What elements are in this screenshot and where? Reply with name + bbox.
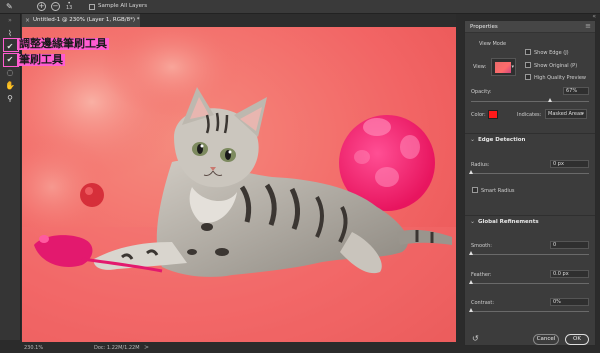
view-mode-label: View Mode — [479, 41, 507, 47]
cancel-button[interactable]: Cancel — [533, 334, 559, 345]
radius-field[interactable]: 0 px — [550, 160, 589, 168]
opacity-slider-thumb[interactable] — [547, 98, 552, 102]
indicates-value: Masked Areas — [548, 111, 583, 117]
document-title: Untitled-1 @ 230% (Layer 1, RGB/8*) * — [33, 17, 140, 23]
show-original-label: Show Original (P) — [534, 63, 578, 69]
chevron-down-icon: ▾ — [511, 64, 514, 70]
ok-button[interactable]: OK — [565, 334, 589, 345]
hand-tool-icon[interactable]: ✋ — [4, 80, 16, 91]
edge-detection-header[interactable]: ⌄ Edge Detection — [465, 133, 595, 145]
options-bar: ✎ + − • 13 Sample All Layers — [0, 0, 600, 14]
document-size: Doc: 1.22M/1.22M — [94, 345, 140, 351]
sample-all-layers-label: Sample All Layers — [98, 3, 148, 9]
toolbar-collapse-icon[interactable]: » — [4, 15, 16, 26]
feather-slider-thumb[interactable] — [469, 280, 473, 284]
feather-label: Feather: — [471, 272, 492, 278]
smart-radius-checkbox[interactable] — [472, 187, 478, 193]
refine-edge-brush-annotation: 調整邊緣筆刷工具 — [17, 37, 109, 50]
reset-icon[interactable]: ↺ — [472, 334, 479, 343]
brush-tool-annotation: 筆刷工具 — [17, 53, 65, 66]
panel-menu-icon[interactable]: ≡ — [585, 22, 591, 30]
properties-panel-header: Properties ≡ — [465, 21, 595, 33]
contrast-label: Contrast: — [471, 300, 495, 306]
color-label: Color: — [471, 112, 486, 118]
status-menu-arrow-icon[interactable]: > — [144, 344, 149, 351]
indicates-label: Indicates: — [517, 112, 542, 118]
chevron-down-icon: ⌄ — [470, 218, 476, 225]
properties-title: Properties — [470, 24, 498, 30]
sample-all-layers-checkbox[interactable] — [89, 4, 95, 10]
high-quality-preview-checkbox[interactable] — [525, 74, 531, 80]
brush-size-value: 13 — [66, 5, 73, 11]
add-to-selection-icon[interactable]: + — [37, 2, 46, 11]
canvas-photo[interactable] — [22, 27, 456, 342]
brush-size-picker[interactable]: • 13 — [66, 1, 72, 11]
global-refinements-header[interactable]: ⌄ Global Refinements — [465, 215, 595, 227]
opacity-field[interactable]: 67% — [563, 87, 589, 95]
feather-field[interactable]: 0.0 px — [550, 270, 589, 278]
radius-label: Radius: — [471, 162, 490, 168]
smooth-label: Smooth: — [471, 243, 492, 249]
opacity-label: Opacity: — [471, 89, 492, 95]
view-mode-thumbnail — [495, 62, 511, 73]
properties-panel: Properties ≡ View Mode View: ▾ Show Edge… — [464, 20, 596, 346]
show-edge-checkbox[interactable] — [525, 49, 531, 55]
smart-radius-label: Smart Radius — [481, 188, 515, 194]
view-mode-picker[interactable]: ▾ — [491, 58, 516, 76]
subtract-from-selection-icon[interactable]: − — [51, 2, 60, 11]
chevron-down-icon: ▾ — [581, 111, 584, 117]
close-tab-icon[interactable]: × — [25, 17, 30, 24]
kitten-photo — [22, 27, 456, 342]
radius-slider-thumb[interactable] — [468, 170, 473, 174]
zoom-level[interactable]: 230.1% — [24, 345, 43, 351]
document-tab[interactable]: × Untitled-1 @ 230% (Layer 1, RGB/8*) * — [22, 14, 140, 27]
radius-slider[interactable] — [471, 173, 589, 174]
global-refinements-title: Global Refinements — [478, 219, 539, 225]
overlay-color-swatch[interactable] — [488, 110, 498, 119]
show-edge-label: Show Edge (J) — [534, 50, 569, 56]
lasso-tool-icon[interactable]: ◌ — [4, 67, 16, 78]
indicates-select[interactable]: Masked Areas ▾ — [545, 109, 587, 119]
feather-slider[interactable] — [471, 283, 589, 284]
zoom-tool-icon[interactable]: ⚲ — [4, 93, 16, 104]
smooth-slider-thumb[interactable] — [469, 251, 473, 255]
collapse-panels-icon[interactable]: « — [592, 13, 596, 20]
refine-edge-brush-tool-icon[interactable]: ✎ — [6, 2, 18, 12]
smooth-field[interactable]: 0 — [550, 241, 589, 249]
show-original-checkbox[interactable] — [525, 62, 531, 68]
chevron-down-icon: ⌄ — [470, 136, 476, 143]
edge-detection-title: Edge Detection — [478, 137, 526, 143]
contrast-slider[interactable] — [471, 311, 589, 312]
contrast-field[interactable]: 0% — [550, 298, 589, 306]
high-quality-preview-label: High Quality Preview — [534, 75, 586, 81]
view-label: View: — [473, 64, 487, 70]
document-tab-bar: × Untitled-1 @ 230% (Layer 1, RGB/8*) * — [22, 14, 456, 27]
contrast-slider-thumb[interactable] — [469, 308, 473, 312]
opacity-slider[interactable] — [471, 101, 589, 102]
smooth-slider[interactable] — [471, 254, 589, 255]
